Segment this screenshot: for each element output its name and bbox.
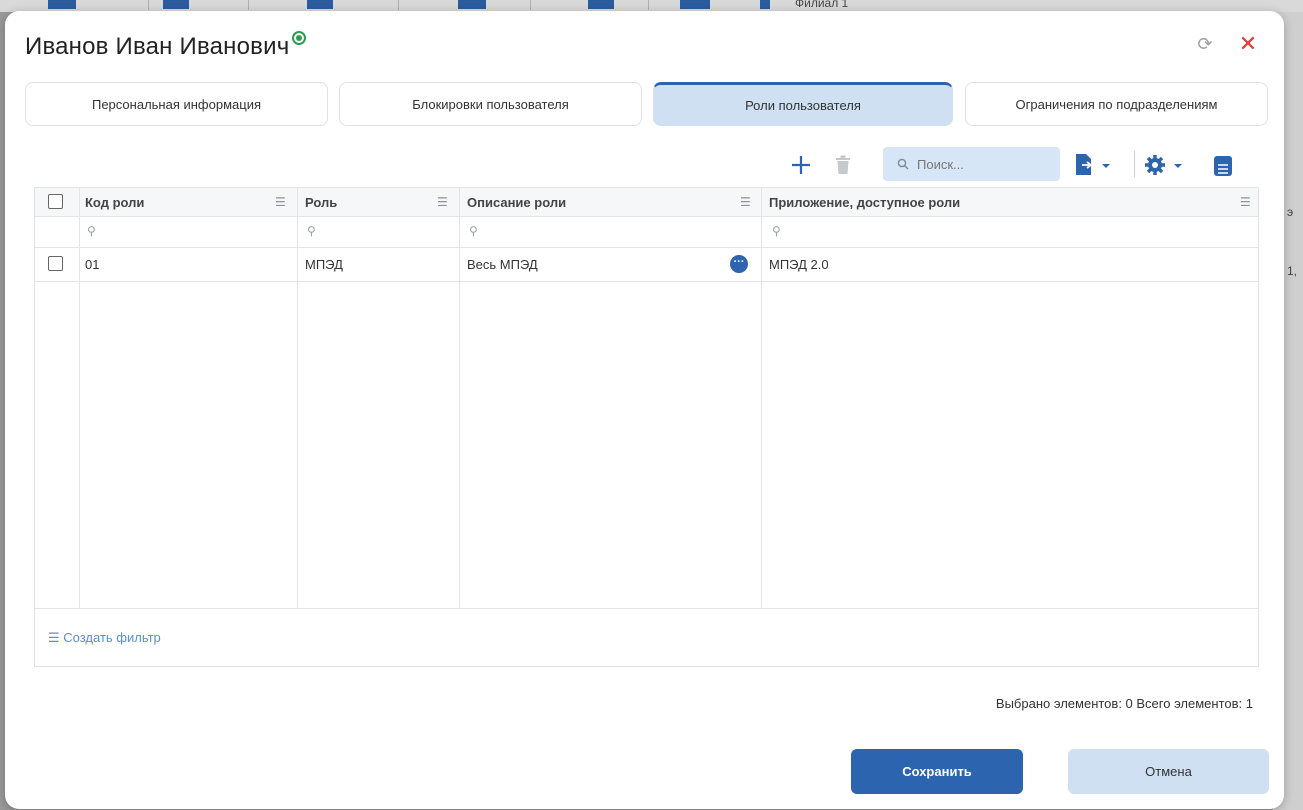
table-row[interactable]: 01 МПЭД Весь МПЭД ··· МПЭД 2.0 [35, 247, 1258, 282]
filter-search-icon[interactable]: ⚲ [772, 224, 781, 238]
create-filter-label: Создать фильтр [63, 630, 161, 645]
table-layout-icon [1214, 156, 1232, 176]
export-icon [1076, 154, 1110, 175]
bg-separator [398, 0, 399, 10]
tab-label: Ограничения по подразделениям [1015, 96, 1218, 112]
toolbar-separator [1134, 151, 1135, 177]
close-icon[interactable]: ✕ [1236, 32, 1260, 56]
bg-block [307, 0, 333, 9]
bg-cut-text: 1, [1287, 264, 1298, 278]
column-filter-icon[interactable]: ☰ [740, 195, 751, 209]
bg-cut-text: э [1287, 205, 1294, 219]
dialog-title: Иванов Иван Иванович [25, 31, 307, 61]
filter-search-icon[interactable]: ⚲ [307, 224, 316, 238]
column-header-role[interactable]: Роль [305, 195, 337, 210]
tab-label: Блокировки пользователя [412, 96, 569, 112]
create-filter-link[interactable]: ☰ Создать фильтр [48, 630, 161, 646]
tab-department-restrictions[interactable]: Ограничения по подразделениям [965, 82, 1268, 126]
tab-label: Роли пользователя [745, 97, 861, 113]
filter-icon: ☰ [48, 630, 64, 645]
table-header: Код роли ☰ Роль ☰ Описание роли ☰ Прилож… [35, 188, 1258, 217]
column-filter-icon[interactable]: ☰ [437, 195, 448, 209]
delete-button[interactable] [831, 151, 855, 179]
column-filter-icon[interactable]: ☰ [275, 195, 286, 209]
cell-application: МПЭД 2.0 [769, 257, 829, 272]
search-icon [897, 158, 909, 170]
bg-block [588, 0, 614, 9]
trash-icon [836, 155, 850, 174]
plus-icon [792, 156, 810, 174]
export-button[interactable] [1073, 150, 1117, 180]
more-icon[interactable]: ··· [730, 255, 748, 273]
cancel-button[interactable]: Отмена [1068, 749, 1269, 794]
filter-search-icon[interactable]: ⚲ [87, 224, 96, 238]
filter-search-icon[interactable]: ⚲ [469, 224, 478, 238]
filter-row: ⚲ ⚲ ⚲ ⚲ [35, 216, 1258, 248]
column-divider [761, 188, 762, 608]
tab-user-blocks[interactable]: Блокировки пользователя [339, 82, 642, 126]
bg-separator [248, 0, 249, 10]
tab-label: Персональная информация [91, 96, 262, 112]
search-input[interactable] [915, 155, 1059, 173]
tab-personal-info[interactable]: Персональная информация [25, 82, 328, 126]
bg-block [680, 0, 710, 9]
bg-separator [648, 0, 649, 10]
bg-branch-text: Филиал 1 [795, 0, 849, 10]
add-button[interactable] [787, 151, 815, 179]
column-header-code[interactable]: Код роли [85, 195, 144, 210]
row-checkbox[interactable] [48, 256, 63, 271]
tab-user-roles[interactable]: Роли пользователя [653, 82, 953, 126]
refresh-icon[interactable]: ⟳ [1194, 33, 1216, 55]
selection-status: Выбрано элементов: 0 Всего элементов: 1 [995, 696, 1253, 711]
column-filter-icon[interactable]: ☰ [1240, 195, 1251, 209]
gear-icon [1145, 155, 1182, 175]
cell-role: МПЭД [305, 257, 343, 272]
column-header-application[interactable]: Приложение, доступное роли [769, 195, 960, 210]
column-header-description[interactable]: Описание роли [467, 195, 566, 210]
bg-block [48, 0, 76, 9]
bg-block [458, 0, 486, 9]
bg-separator [530, 0, 531, 10]
column-divider [459, 188, 460, 608]
user-name: Иванов Иван Иванович [25, 33, 290, 60]
column-divider [79, 188, 80, 608]
layout-button[interactable] [1211, 153, 1235, 179]
bg-block [163, 0, 189, 9]
user-roles-dialog: Иванов Иван Иванович ⟳ ✕ Персональная ин… [5, 11, 1284, 809]
search-field [883, 147, 1060, 181]
cell-description: Весь МПЭД [467, 257, 538, 272]
table-footer: ☰ Создать фильтр [35, 608, 1258, 668]
bg-block [760, 0, 770, 9]
select-all-checkbox[interactable] [48, 194, 63, 209]
roles-table: Код роли ☰ Роль ☰ Описание роли ☰ Прилож… [34, 187, 1259, 667]
bg-separator [148, 0, 149, 10]
online-status-icon [292, 31, 307, 45]
save-button[interactable]: Сохранить [851, 749, 1023, 794]
cell-code: 01 [85, 257, 100, 272]
column-divider [297, 188, 298, 608]
settings-button[interactable] [1143, 150, 1187, 180]
